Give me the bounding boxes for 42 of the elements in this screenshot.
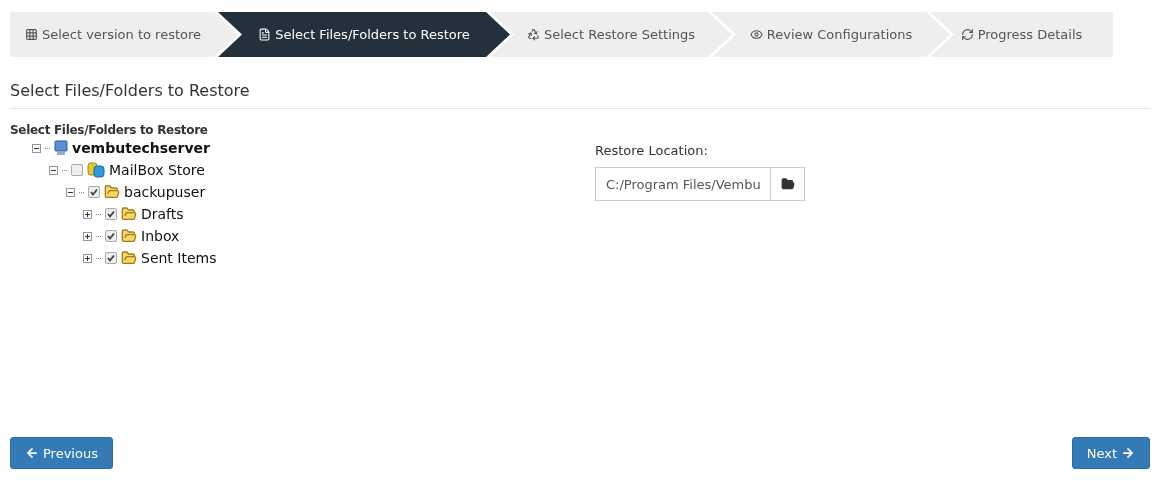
collapse-toggle[interactable]	[49, 165, 58, 175]
previous-button[interactable]: Previous	[10, 437, 113, 469]
checkbox[interactable]	[105, 230, 117, 242]
tree-node-label[interactable]: Sent Items	[141, 250, 217, 266]
folder-icon	[104, 184, 120, 200]
checkbox[interactable]	[71, 164, 83, 176]
tree-node-label[interactable]: Drafts	[141, 206, 184, 222]
recycle-icon	[527, 28, 540, 41]
checkbox[interactable]	[105, 208, 117, 220]
expand-toggle[interactable]	[83, 209, 92, 219]
eye-icon	[749, 28, 763, 41]
wizard-step[interactable]: Select Files/Folders to Restore	[218, 12, 510, 57]
field-label: Restore Location:	[595, 143, 709, 158]
folder-icon	[780, 177, 795, 191]
wizard-step[interactable]: Select Restore Settings	[490, 12, 732, 57]
document-icon	[258, 28, 272, 41]
checkbox[interactable]	[105, 252, 117, 264]
tree-node-label[interactable]: Inbox	[141, 228, 180, 244]
expand-toggle[interactable]	[83, 231, 92, 241]
arrow-left-icon	[25, 446, 39, 460]
refresh-icon	[960, 28, 974, 41]
database-icon	[87, 162, 105, 178]
grid-icon	[24, 28, 38, 41]
tree-node-label[interactable]: backupuser	[124, 184, 206, 200]
computer-icon	[54, 140, 68, 156]
wizard-step[interactable]: Progress Details	[930, 12, 1113, 57]
tree-node-label[interactable]: MailBox Store	[109, 162, 205, 178]
checkbox[interactable]	[88, 186, 100, 198]
folder-icon	[121, 250, 137, 266]
folder-icon	[121, 228, 137, 244]
restore-location-field[interactable]: C:/Program Files/Vembu	[595, 167, 770, 201]
expand-toggle[interactable]	[83, 253, 92, 263]
collapse-toggle[interactable]	[66, 187, 75, 197]
tree-node-label[interactable]: vembutechserver	[72, 140, 210, 156]
browse-button[interactable]	[770, 167, 805, 201]
next-button[interactable]: Next	[1071, 437, 1150, 469]
wizard-step[interactable]: Select version to restore	[10, 12, 238, 57]
folder-icon	[121, 206, 137, 222]
collapse-toggle[interactable]	[32, 143, 41, 153]
tree-label: Select Files/Folders to Restore	[10, 123, 209, 137]
wizard-step[interactable]: Review Configurations	[712, 12, 950, 57]
page-title: Select Files/Folders to Restore	[10, 81, 1150, 109]
